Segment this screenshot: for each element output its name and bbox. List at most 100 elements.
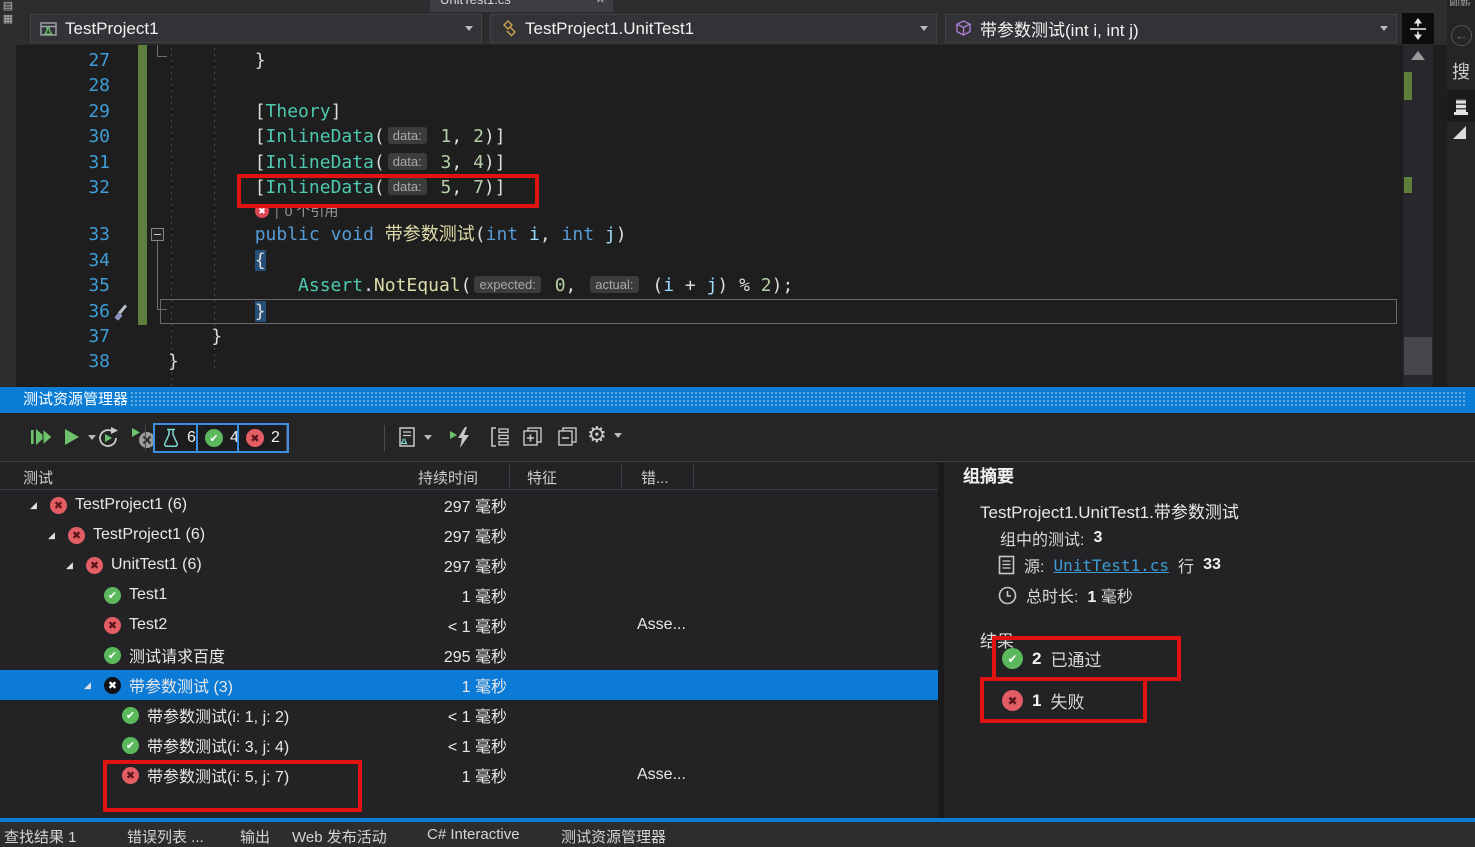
project-dropdown[interactable]: TestProject1: [30, 14, 482, 43]
run-button[interactable]: [62, 426, 96, 448]
expand-all-button[interactable]: [519, 426, 544, 449]
code-line[interactable]: 34 {: [16, 248, 1403, 273]
source-link[interactable]: UnitTest1.cs: [1053, 556, 1169, 575]
test-row[interactable]: ✔带参数测试(i: 1, j: 2)< 1 毫秒: [0, 700, 941, 730]
test-row[interactable]: ✔测试请求百度295 毫秒: [0, 640, 941, 670]
codelens-references[interactable]: 0 个引用: [285, 201, 339, 221]
chevron-down-icon[interactable]: [614, 433, 622, 438]
code-line[interactable]: 33 public void 带参数测试(int i, int j): [16, 222, 1403, 247]
column-tests[interactable]: 测试: [23, 467, 53, 488]
source-row: 源: UnitTest1.cs 行 33: [998, 553, 1221, 577]
column-separator[interactable]: [621, 465, 622, 488]
code-text: [InlineData(data: 1, 2)]: [168, 124, 506, 149]
member-dropdown[interactable]: 带参数测试(int i, int j): [945, 14, 1397, 43]
toolbar-separator: [145, 425, 146, 451]
code-line[interactable]: 32 [InlineData(data: 5, 7)]: [16, 175, 1403, 200]
lightning-play-icon: [448, 426, 476, 450]
test-duration: 297 毫秒: [380, 553, 507, 577]
document-icon[interactable]: [1454, 96, 1468, 115]
test-row[interactable]: ◢✖带参数测试 (3)1 毫秒: [0, 670, 941, 700]
test-row[interactable]: ◢✖UnitTest1 (6)297 毫秒: [0, 550, 941, 580]
run-all-button[interactable]: [30, 426, 56, 448]
column-traits[interactable]: 特征: [527, 467, 557, 488]
tab-unittest1[interactable]: UnitTest1.cs ✕: [430, 0, 613, 12]
scrollbar-thumb[interactable]: [1404, 337, 1432, 375]
filter-failed-toggle[interactable]: ✖ 2: [237, 423, 289, 453]
bottom-tab[interactable]: 错误列表 ...: [127, 826, 204, 847]
close-icon[interactable]: ✕: [596, 0, 605, 6]
inline-parameter-hint: data:: [388, 178, 427, 195]
test-row[interactable]: ✔Test11 毫秒: [0, 580, 941, 610]
panel-divider[interactable]: [938, 463, 944, 818]
tests-in-group-value: 3: [1093, 529, 1102, 547]
code-line[interactable]: 31 [InlineData(data: 3, 4)]: [16, 150, 1403, 175]
bottom-tab[interactable]: C# Interactive: [427, 826, 520, 843]
line-number: 27: [56, 48, 110, 73]
tool-tab-glyph: ▦: [0, 13, 16, 26]
bottom-tab[interactable]: 输出: [240, 826, 270, 847]
clock-icon: [998, 586, 1017, 605]
fold-collapse-icon[interactable]: [151, 228, 164, 241]
code-line[interactable]: 36 }: [16, 299, 1403, 324]
test-list-header[interactable]: 测试 持续时间 特征 错...: [0, 463, 941, 490]
expander-icon[interactable]: ◢: [30, 500, 50, 511]
test-failed-icon: ✖: [255, 204, 269, 218]
code-line[interactable]: 37 }: [16, 324, 1403, 349]
column-error[interactable]: 错...: [641, 467, 669, 488]
code-line[interactable]: 35 Assert.NotEqual(expected: 0, actual: …: [16, 273, 1403, 298]
code-editor[interactable]: 27 }2829 [Theory]30 [InlineData(data: 1,…: [16, 45, 1403, 387]
code-line[interactable]: 29 [Theory]: [16, 99, 1403, 124]
code-text: [InlineData(data: 5, 7)]: [168, 175, 506, 200]
line-number: 33: [56, 222, 110, 247]
test-duration: 1 毫秒: [380, 673, 507, 697]
column-separator[interactable]: [693, 465, 694, 488]
codelens-line[interactable]: ✖|0 个引用: [16, 200, 1403, 222]
test-name: UnitTest1 (6): [111, 556, 202, 574]
quick-action-icon[interactable]: [113, 303, 131, 321]
bottom-tab[interactable]: Web 发布活动: [292, 826, 387, 847]
right-docked-panel-edge[interactable]: 刷新 ← 搜: [1447, 0, 1475, 387]
bottom-tab[interactable]: 测试资源管理器: [561, 826, 666, 847]
chevron-down-icon[interactable]: [424, 435, 432, 440]
hierarchy-button[interactable]: [488, 426, 512, 448]
expander-icon[interactable]: ◢: [48, 530, 68, 541]
code-line[interactable]: 38}: [16, 349, 1403, 374]
passed-result-count: 2: [1032, 649, 1041, 669]
test-explorer-toolbar: 6 ✔ 4 ✖ 2: [0, 413, 1475, 462]
expand-triangle-icon[interactable]: [1453, 126, 1466, 139]
test-row[interactable]: ◢✖TestProject1 (6)297 毫秒: [0, 490, 941, 520]
passed-icon: ✔: [104, 587, 121, 604]
duration-row: 总时长: 1 毫秒: [998, 583, 1133, 607]
column-duration[interactable]: 持续时间: [418, 467, 478, 488]
test-row[interactable]: ✖Test2< 1 毫秒Asse...: [0, 610, 941, 640]
test-explorer-panel: 测试资源管理器: [0, 387, 1475, 822]
bottom-tab[interactable]: 查找结果 1: [4, 826, 77, 847]
collapse-all-icon: [554, 426, 579, 449]
playlist-button[interactable]: [396, 426, 432, 449]
left-tool-tab-strip[interactable]: ▤ ▦: [0, 0, 16, 387]
settings-button[interactable]: ⚙: [587, 422, 622, 448]
test-row[interactable]: ✔带参数测试(i: 3, j: 4)< 1 毫秒: [0, 730, 941, 760]
test-row[interactable]: ✖带参数测试(i: 5, j: 7)1 毫秒Asse...: [0, 760, 941, 790]
editor-scrollbar[interactable]: [1403, 45, 1433, 387]
scroll-up-arrow-icon[interactable]: [1411, 51, 1425, 60]
collapse-all-button[interactable]: [554, 426, 579, 449]
search-input[interactable]: 搜: [1452, 58, 1470, 84]
expander-icon[interactable]: ◢: [66, 560, 86, 571]
class-dropdown[interactable]: TestProject1.UnitTest1: [490, 14, 937, 43]
expander-icon[interactable]: ◢: [84, 680, 104, 691]
chevron-down-icon[interactable]: [88, 435, 96, 440]
test-explorer-titlebar[interactable]: 测试资源管理器: [0, 387, 1475, 413]
code-line[interactable]: 30 [InlineData(data: 1, 2)]: [16, 124, 1403, 149]
group-summary-title: 组摘要: [963, 462, 1014, 487]
split-editor-button[interactable]: [1402, 13, 1434, 44]
test-duration: 297 毫秒: [380, 523, 507, 547]
code-line[interactable]: 28: [16, 73, 1403, 98]
code-line[interactable]: 27 }: [16, 48, 1403, 73]
test-row[interactable]: ◢✖TestProject1 (6)297 毫秒: [0, 520, 941, 550]
back-arrow-icon[interactable]: ←: [1451, 25, 1472, 46]
test-name: 带参数测试 (3): [129, 673, 233, 697]
column-separator[interactable]: [509, 465, 510, 488]
repeat-run-button[interactable]: [96, 426, 122, 450]
run-until-failure-button[interactable]: [448, 426, 476, 450]
